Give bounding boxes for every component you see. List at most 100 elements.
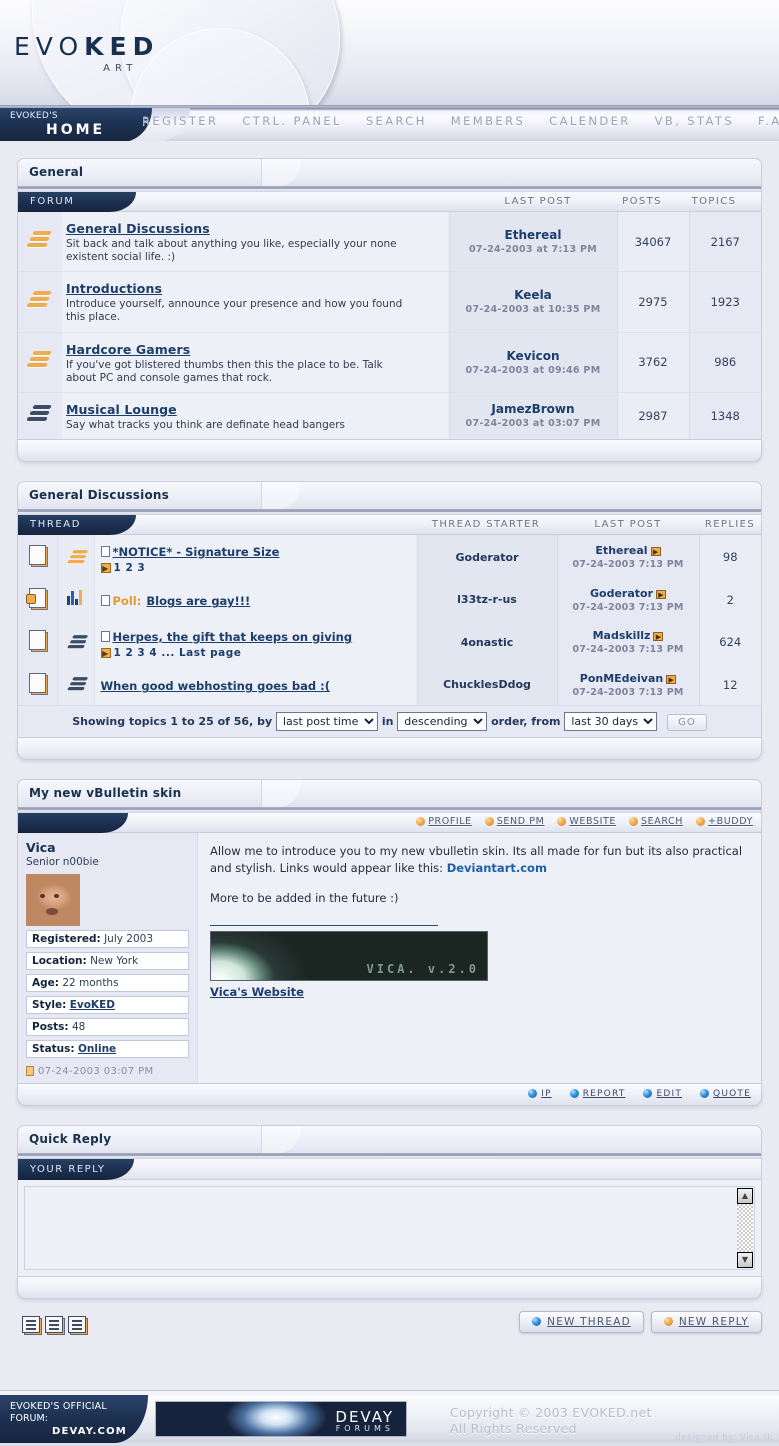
- nav-link-ctrl-panel[interactable]: CTRL. PANEL: [230, 114, 354, 128]
- scroll-up-icon[interactable]: ▲: [737, 1187, 753, 1204]
- thread-type-icon-cell: [58, 534, 95, 580]
- forum-column-last-post: LAST POST: [504, 196, 572, 207]
- last-post-user[interactable]: Kevicon: [454, 349, 613, 363]
- bullet-icon: [528, 1089, 538, 1099]
- last-post-user[interactable]: Madskillz ▶: [560, 629, 697, 642]
- nav-link-search[interactable]: SEARCH: [354, 114, 439, 128]
- thread-starter[interactable]: l33tz-r-us: [416, 579, 557, 620]
- last-post-date: 07-24-2003 at 10:35 PM: [465, 304, 601, 316]
- last-post-user[interactable]: Keela: [454, 288, 613, 302]
- nav-link-faq[interactable]: F.A.Q.: [746, 114, 779, 128]
- table-row[interactable]: General Discussions Sit back and talk ab…: [18, 212, 761, 272]
- thread-panel-title: General Discussions: [29, 487, 169, 502]
- site-logo[interactable]: EVOKED ART: [14, 32, 159, 74]
- forum-status-icon-cell: [18, 271, 62, 332]
- thread-status-icon-cell: [18, 619, 59, 665]
- thread-link[interactable]: Herpes, the gift that keeps on giving: [113, 630, 353, 644]
- nav-link-calender[interactable]: CALENDER: [537, 114, 642, 128]
- table-row[interactable]: Introductions Introduce yourself, announ…: [18, 271, 761, 332]
- last-post-user[interactable]: Goderator ▶: [560, 587, 697, 600]
- forum-link[interactable]: Musical Lounge: [66, 402, 177, 417]
- forum-link[interactable]: Introductions: [66, 281, 162, 296]
- thread-starter[interactable]: ChucklesDdog: [416, 664, 557, 705]
- thread-link[interactable]: Blogs are gay!!!: [146, 594, 250, 608]
- thread-starter[interactable]: Goderator: [416, 534, 557, 580]
- sort-order-select[interactable]: descending: [397, 711, 488, 731]
- post-report-button[interactable]: REPORT: [569, 1089, 626, 1099]
- post-inline-link[interactable]: Deviantart.com: [447, 861, 547, 875]
- reply-textarea[interactable]: ▲ ▼: [24, 1185, 755, 1270]
- go-button[interactable]: GO: [667, 713, 707, 731]
- thread-last-post-cell: Madskillz ▶ 07-24-2003 7:13 PM: [556, 619, 699, 665]
- new-thread-button[interactable]: NEW THREAD: [519, 1310, 644, 1333]
- post-message-column: Allow me to introduce you to my new vbul…: [198, 833, 761, 1083]
- post-edit-button[interactable]: EDIT: [643, 1089, 682, 1099]
- table-row[interactable]: Musical Lounge Say what tracks you think…: [18, 391, 761, 439]
- post-head-tab: [18, 812, 128, 833]
- post-action-profile[interactable]: PROFILE: [416, 816, 472, 827]
- print-thread-icon[interactable]: [22, 1315, 40, 1333]
- thread-page-links[interactable]: ▶ 1 2 3: [100, 562, 411, 574]
- showing-topics-label: Showing topics 1 to 25 of 56, by: [72, 714, 273, 728]
- goto-last-post-icon[interactable]: ▶: [650, 547, 661, 557]
- last-post-user[interactable]: Ethereal: [454, 228, 613, 242]
- post-ip-button[interactable]: IP: [528, 1089, 551, 1099]
- thread-link[interactable]: *NOTICE* - Signature Size: [113, 545, 280, 559]
- bottom-action-bar: NEW THREAD NEW REPLY: [17, 1310, 762, 1347]
- quick-reply-footer: [17, 1276, 762, 1299]
- status-link[interactable]: Online: [78, 1043, 116, 1055]
- thread-starter[interactable]: 4onastic: [416, 619, 557, 665]
- table-row[interactable]: Poll: Blogs are gay!!! l33tz-r-us Godera…: [18, 579, 761, 620]
- thread-column-header: THREAD THREAD STARTER LAST POST REPLIES: [18, 514, 761, 535]
- last-post-user[interactable]: Ethereal ▶: [560, 544, 697, 557]
- nav-link-vb-stats[interactable]: VB, STATS: [643, 114, 746, 128]
- new-reply-button[interactable]: NEW REPLY: [650, 1310, 762, 1333]
- post-actions: PROFILE SEND PM WEBSITE SEARCH +BUDDY: [416, 816, 753, 827]
- forum-description: Sit back and talk about anything you lik…: [66, 238, 397, 264]
- post-action-search[interactable]: SEARCH: [629, 816, 683, 827]
- last-post-user[interactable]: JamezBrown: [454, 402, 613, 416]
- style-link[interactable]: EvoKED: [70, 999, 115, 1011]
- table-row[interactable]: When good webhosting goes bad :( Chuckle…: [18, 664, 761, 705]
- thread-doc-icon: [100, 545, 110, 557]
- textarea-scrollbar[interactable]: ▲ ▼: [737, 1187, 753, 1268]
- thread-page-numbers[interactable]: 1 2 3: [114, 562, 146, 574]
- email-thread-icon[interactable]: [45, 1315, 63, 1333]
- forum-column-header: FORUM LAST POST POSTS TOPICS: [18, 192, 761, 212]
- thread-page-numbers[interactable]: 1 2 3 4 ... Last page: [114, 647, 242, 659]
- table-row[interactable]: Herpes, the gift that keeps on giving ▶ 1…: [18, 619, 761, 665]
- forum-column-topics: TOPICS: [691, 196, 737, 207]
- goto-last-post-icon[interactable]: ▶: [666, 674, 677, 684]
- thread-stripes-icon: [67, 549, 89, 564]
- nav-link-members[interactable]: MEMBERS: [439, 114, 537, 128]
- forum-panel-header: General: [17, 158, 762, 186]
- signature-website-link[interactable]: Vica's Website: [210, 985, 304, 999]
- subscribe-thread-icon[interactable]: [68, 1315, 86, 1333]
- thread-page-links[interactable]: ▶ 1 2 3 4 ... Last page: [100, 647, 411, 659]
- post-action-send-pm[interactable]: SEND PM: [484, 816, 545, 827]
- forum-table: General Discussions Sit back and talk ab…: [18, 212, 761, 439]
- last-post-user[interactable]: PonMEdeivan ▶: [560, 672, 697, 685]
- table-row[interactable]: *NOTICE* - Signature Size ▶ 1 2 3 Goderat…: [18, 534, 761, 580]
- nav-link-register[interactable]: REGISTER: [130, 114, 230, 128]
- author-name[interactable]: Vica: [26, 840, 189, 855]
- official-site-name: DEVAY.COM: [52, 1426, 127, 1437]
- post-action-website[interactable]: WEBSITE: [557, 816, 616, 827]
- forum-link[interactable]: Hardcore Gamers: [66, 342, 190, 357]
- goto-last-post-icon[interactable]: ▶: [653, 632, 664, 642]
- table-row[interactable]: Hardcore Gamers If you've got blistered …: [18, 331, 761, 393]
- devay-forums-banner[interactable]: DEVAY FORUMS: [155, 1401, 407, 1437]
- thread-link[interactable]: When good webhosting goes bad :(: [101, 679, 330, 693]
- scroll-down-icon[interactable]: ▼: [737, 1251, 753, 1268]
- forum-link[interactable]: General Discussions: [66, 221, 210, 236]
- bullet-icon: [696, 816, 706, 826]
- official-forum-tab[interactable]: EVOKED'S OFFICIAL FORUM: DEVAY.COM: [0, 1395, 148, 1443]
- post-action-add-buddy[interactable]: +BUDDY: [696, 816, 753, 827]
- goto-last-post-icon[interactable]: ▶: [656, 589, 666, 599]
- quick-reply-header: Quick Reply: [17, 1124, 762, 1153]
- date-range-select[interactable]: last 30 days: [564, 711, 658, 731]
- post-panel-title: My new vBulletin skin: [29, 785, 182, 800]
- sort-by-select[interactable]: last post time: [275, 711, 378, 731]
- post-quote-button[interactable]: QUOTE: [700, 1089, 751, 1099]
- thread-type-icon-cell: [58, 619, 95, 665]
